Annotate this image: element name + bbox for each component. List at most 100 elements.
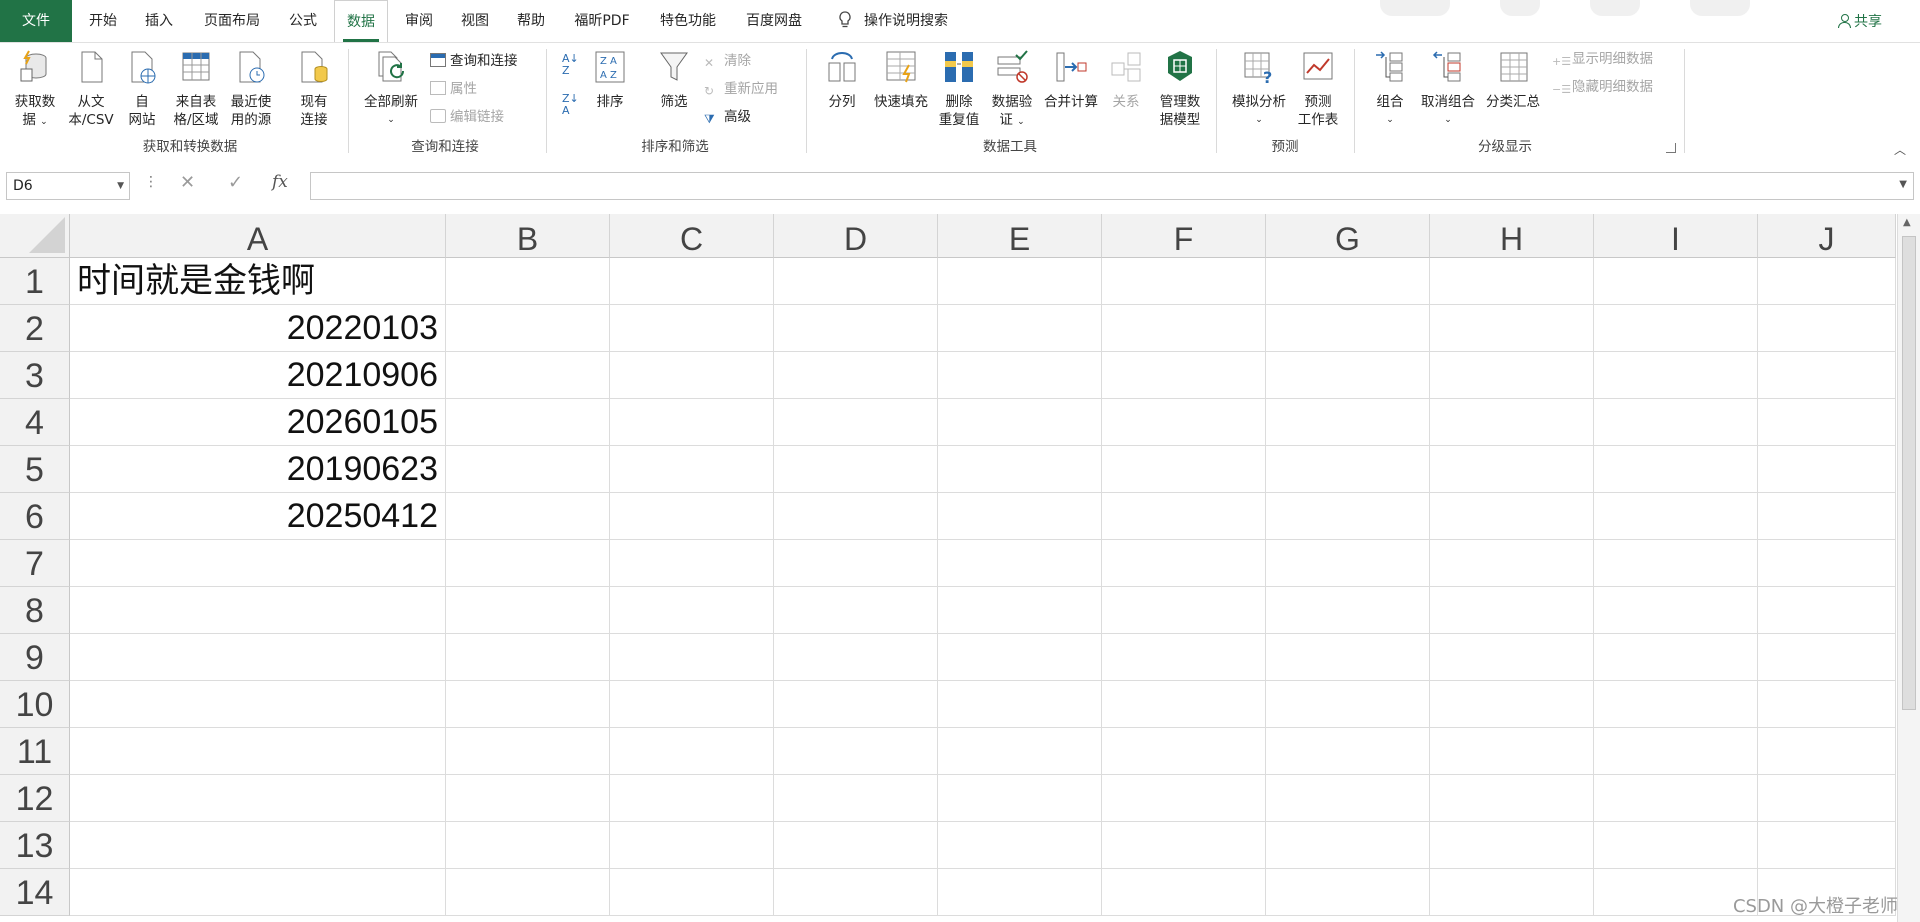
queries-connections-button[interactable]: 查询和连接: [430, 51, 518, 71]
flash-fill-button[interactable]: 快速填充: [868, 49, 934, 111]
chevron-down-icon: ⌄: [1017, 117, 1025, 127]
tab-help[interactable]: 帮助: [508, 0, 554, 42]
name-box[interactable]: D6 ▼: [6, 172, 130, 200]
row-header-2[interactable]: 2: [0, 305, 70, 352]
from-text-csv-button[interactable]: 从文 本/CSV: [62, 49, 120, 129]
clear-filter-button[interactable]: ✕ 清除: [704, 51, 751, 71]
data-validation-label-2: 证: [999, 112, 1013, 128]
get-data-label-2: 据: [22, 112, 36, 128]
ungroup-button[interactable]: 取消组合 ⌄: [1416, 49, 1480, 129]
row-header-8[interactable]: 8: [0, 587, 70, 634]
relationships-button[interactable]: 关系: [1104, 49, 1148, 111]
get-data-button[interactable]: 获取数 据 ⌄: [8, 49, 62, 131]
collapse-ribbon-icon[interactable]: ︿: [1894, 141, 1906, 158]
text-to-columns-button[interactable]: 分列: [820, 49, 864, 111]
column-header-B[interactable]: B: [446, 214, 610, 258]
row-header-4[interactable]: 4: [0, 399, 70, 446]
scroll-up-arrow-icon[interactable]: ▲: [1903, 217, 1911, 228]
sort-descending-button[interactable]: Z↓ A: [562, 93, 579, 117]
row-header-12[interactable]: 12: [0, 775, 70, 822]
column-header-G[interactable]: G: [1266, 214, 1430, 258]
sort-button[interactable]: Z A A Z 排序: [590, 49, 630, 111]
column-header-H[interactable]: H: [1430, 214, 1594, 258]
tell-me-search[interactable]: 操作说明搜索: [864, 0, 968, 42]
cell-A1[interactable]: 时间就是金钱啊: [77, 258, 315, 305]
filter-label: 筛选: [660, 94, 688, 110]
column-header-J[interactable]: J: [1758, 214, 1896, 258]
column-header-D[interactable]: D: [774, 214, 938, 258]
select-all-button[interactable]: [0, 214, 70, 258]
cell-A4[interactable]: 20260105: [70, 399, 438, 446]
row-header-7[interactable]: 7: [0, 540, 70, 587]
edit-links-button[interactable]: 编辑链接: [430, 107, 504, 127]
row-header-11[interactable]: 11: [0, 728, 70, 775]
recent-sources-button[interactable]: 最近使 用的源: [224, 49, 278, 129]
gridline: [1101, 258, 1102, 916]
share-button[interactable]: 共享: [1838, 0, 1882, 42]
cancel-icon[interactable]: ✕: [180, 172, 195, 193]
tab-home[interactable]: 开始: [80, 0, 126, 42]
dialog-launcher-icon[interactable]: [1666, 143, 1676, 153]
tab-file[interactable]: 文件: [0, 0, 72, 42]
cell-A3[interactable]: 20210906: [70, 352, 438, 399]
subtotal-button[interactable]: 分类汇总: [1480, 49, 1546, 111]
column-header-C[interactable]: C: [610, 214, 774, 258]
tab-data[interactable]: 数据: [334, 0, 388, 42]
cell-A5[interactable]: 20190623: [70, 446, 438, 493]
formula-bar-grip-icon[interactable]: ⋮: [144, 174, 158, 190]
insert-function-icon[interactable]: fx: [272, 172, 288, 192]
column-header-I[interactable]: I: [1594, 214, 1758, 258]
forecast-sheet-button[interactable]: 预测 工作表: [1292, 49, 1344, 129]
enter-icon[interactable]: ✓: [228, 172, 243, 193]
remove-duplicates-button[interactable]: 删除 重复值: [934, 49, 984, 129]
data-validation-button[interactable]: 数据验 证 ⌄: [986, 49, 1038, 131]
tab-review[interactable]: 审阅: [396, 0, 442, 42]
consolidate-button[interactable]: 合并计算: [1038, 49, 1104, 111]
tab-foxit-pdf[interactable]: 福昕PDF: [566, 0, 638, 42]
group-separator: [806, 49, 807, 153]
row-header-1[interactable]: 1: [0, 258, 70, 305]
row-header-3[interactable]: 3: [0, 352, 70, 399]
row-header-10[interactable]: 10: [0, 681, 70, 728]
show-detail-button[interactable]: +☰显示明细数据: [1552, 49, 1653, 69]
column-header-E[interactable]: E: [938, 214, 1102, 258]
from-table-range-button[interactable]: 来自表 格/区域: [168, 49, 224, 129]
group-button[interactable]: 组合 ⌄: [1364, 49, 1416, 129]
what-if-analysis-button[interactable]: ? 模拟分析 ⌄: [1226, 49, 1292, 129]
tab-page-layout[interactable]: 页面布局: [196, 0, 268, 42]
expand-formula-bar-icon[interactable]: ▼: [1899, 179, 1907, 190]
column-header-F[interactable]: F: [1102, 214, 1266, 258]
spreadsheet-grid[interactable]: ▲ A B C D E F G H I J 1 2 3 4 5 6 7 8 9 10 11 12 13 14 时间就是金钱啊 20…: [0, 214, 1920, 922]
row-header-13[interactable]: 13: [0, 822, 70, 869]
refresh-all-button[interactable]: 全部刷新 ⌄: [358, 49, 424, 129]
manage-data-model-button[interactable]: 管理数 据模型: [1152, 49, 1208, 129]
column-header-A[interactable]: A: [70, 214, 446, 258]
formula-input[interactable]: ▼: [310, 172, 1914, 200]
row-header-14[interactable]: 14: [0, 869, 70, 916]
tab-features[interactable]: 特色功能: [652, 0, 724, 42]
existing-connections-button[interactable]: 现有 连接: [290, 49, 338, 129]
advanced-filter-button[interactable]: ⧩ 高级: [704, 107, 751, 127]
group-separator: [1216, 49, 1217, 153]
group-icon: [1376, 51, 1403, 82]
row-header-5[interactable]: 5: [0, 446, 70, 493]
hide-detail-button[interactable]: −☰隐藏明细数据: [1552, 77, 1653, 97]
tab-formulas[interactable]: 公式: [280, 0, 326, 42]
tab-baidu-netdisk[interactable]: 百度网盘: [738, 0, 810, 42]
from-web-button[interactable]: 自 网站: [122, 49, 162, 129]
reapply-button[interactable]: ↻ 重新应用: [704, 79, 778, 99]
name-box-dropdown-icon[interactable]: ▼: [117, 173, 124, 199]
scrollbar-thumb[interactable]: [1902, 236, 1916, 710]
filter-button[interactable]: 筛选: [652, 49, 696, 111]
tab-view[interactable]: 视图: [452, 0, 498, 42]
vertical-scrollbar[interactable]: ▲: [1897, 214, 1920, 922]
row-header-9[interactable]: 9: [0, 634, 70, 681]
tab-insert[interactable]: 插入: [136, 0, 182, 42]
sort-ascending-button[interactable]: A↓ Z: [562, 53, 579, 77]
properties-button[interactable]: 属性: [430, 79, 477, 99]
cell-A6[interactable]: 20250412: [70, 493, 438, 540]
chevron-down-icon: ⌄: [40, 117, 48, 127]
cell-A2[interactable]: 20220103: [70, 305, 438, 352]
gridline: [1265, 258, 1266, 916]
row-header-6[interactable]: 6: [0, 493, 70, 540]
